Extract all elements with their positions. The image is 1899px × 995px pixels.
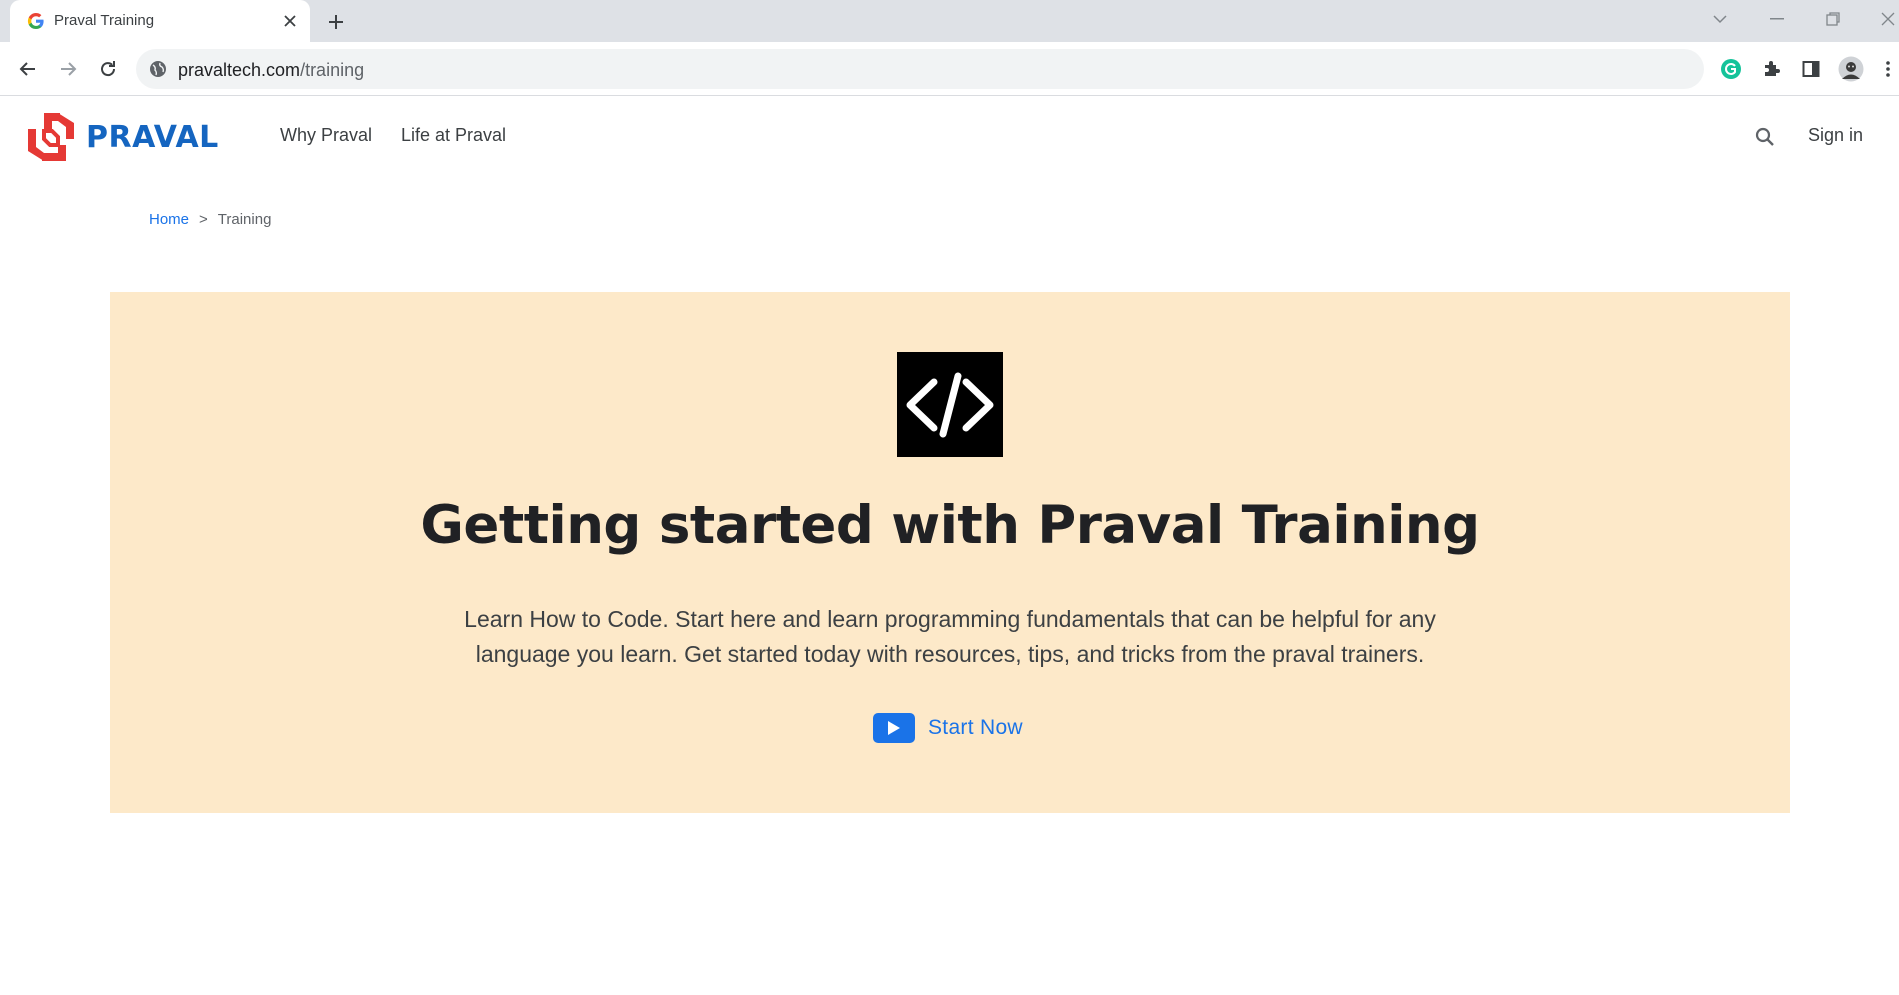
new-tab-plus-icon[interactable] xyxy=(322,8,350,36)
side-panel-icon[interactable] xyxy=(1798,56,1824,82)
play-icon xyxy=(873,713,915,743)
praval-logo-mark-icon xyxy=(28,113,74,161)
browser-menu-kebab-icon[interactable] xyxy=(1880,56,1896,82)
restore-icon[interactable] xyxy=(1813,4,1853,34)
reload-icon[interactable] xyxy=(93,54,123,84)
tab-search-chevron-icon[interactable] xyxy=(1700,4,1740,34)
nav-link-why-praval[interactable]: Why Praval xyxy=(280,125,372,146)
breadcrumb-separator: > xyxy=(199,211,208,228)
start-now-button[interactable]: Start Now xyxy=(873,711,1023,745)
search-icon[interactable] xyxy=(1751,123,1779,151)
address-bar[interactable]: pravaltech.com/training xyxy=(136,49,1704,89)
google-favicon-icon xyxy=(26,11,46,31)
tab-close-icon[interactable] xyxy=(278,9,302,33)
hero-banner: Getting started with Praval Training Lea… xyxy=(110,292,1790,813)
logo-wordmark: PRAVAL xyxy=(86,119,219,155)
code-brackets-icon xyxy=(897,352,1003,457)
profile-avatar[interactable] xyxy=(1838,56,1864,82)
back-arrow-icon[interactable] xyxy=(13,54,43,84)
forward-arrow-icon[interactable] xyxy=(53,54,83,84)
start-now-label: Start Now xyxy=(928,716,1023,739)
nav-link-life-at-praval[interactable]: Life at Praval xyxy=(401,125,506,146)
site-info-globe-icon[interactable] xyxy=(148,59,168,79)
tab-title: Praval Training xyxy=(54,12,155,29)
url-text[interactable]: pravaltech.com/training xyxy=(178,60,364,81)
browser-tabstrip: Praval Training xyxy=(0,0,1899,42)
browser-toolbar: pravaltech.com/training xyxy=(0,42,1899,96)
close-window-icon[interactable] xyxy=(1868,4,1899,34)
page-title: Getting started with Praval Training xyxy=(420,495,1480,556)
breadcrumb-current: Training xyxy=(217,211,272,228)
url-host: pravaltech.com xyxy=(178,60,301,80)
browser-tab-active[interactable]: Praval Training xyxy=(10,0,310,42)
extensions-puzzle-icon[interactable] xyxy=(1758,56,1784,82)
minimize-icon[interactable] xyxy=(1757,4,1797,34)
url-path: /training xyxy=(300,60,365,80)
grammarly-extension-icon[interactable] xyxy=(1718,56,1744,82)
breadcrumb: Home > Training xyxy=(149,211,271,228)
breadcrumb-home-link[interactable]: Home xyxy=(149,211,189,228)
sign-in-link[interactable]: Sign in xyxy=(1808,125,1863,146)
praval-logo[interactable]: PRAVAL xyxy=(24,111,219,163)
site-header: PRAVAL Why Praval Life at Praval Sign in xyxy=(0,97,1899,177)
hero-description: Learn How to Code. Start here and learn … xyxy=(464,606,1436,667)
